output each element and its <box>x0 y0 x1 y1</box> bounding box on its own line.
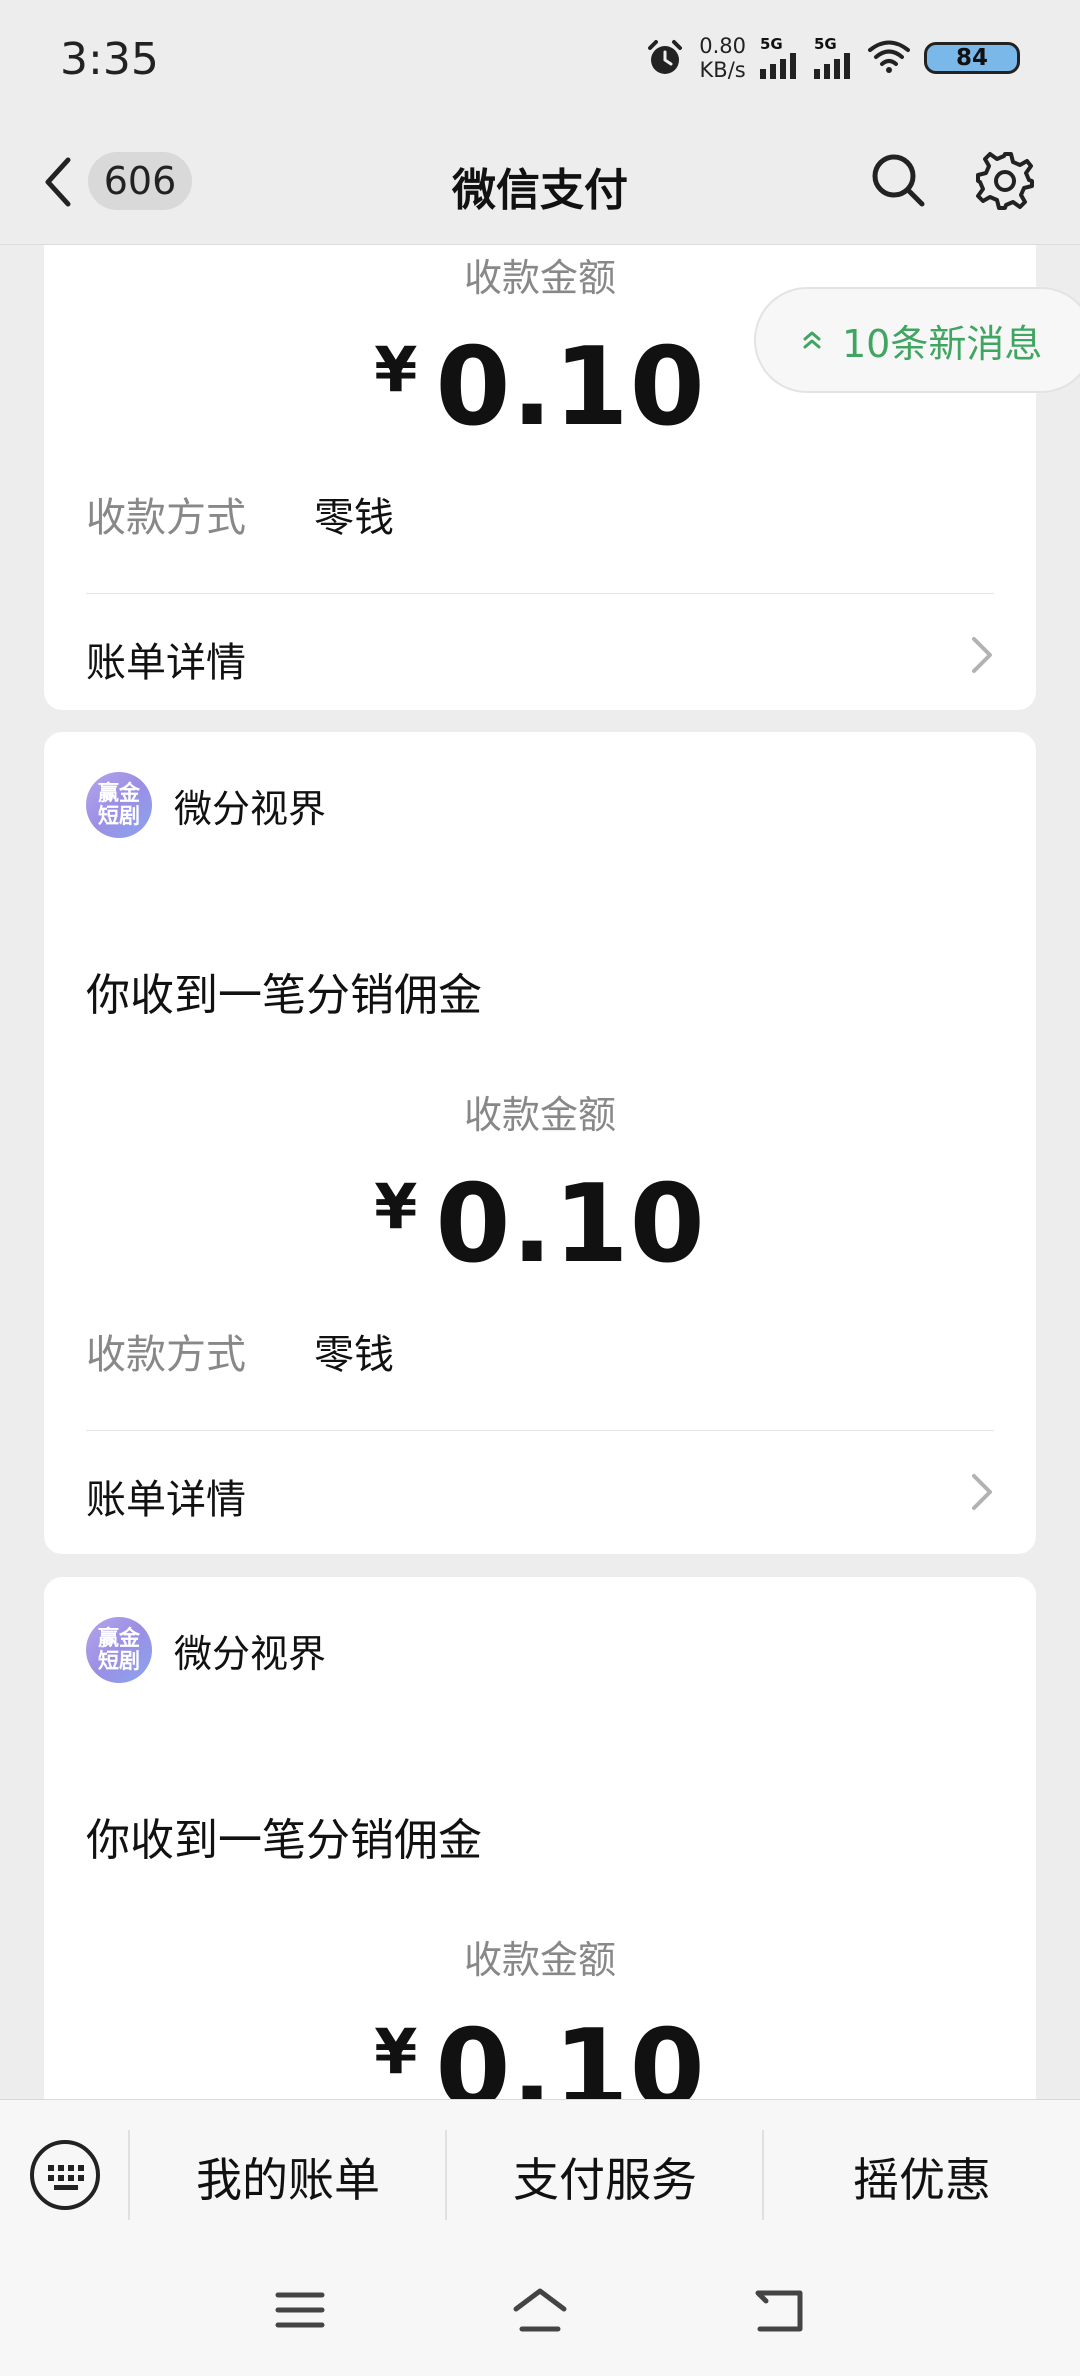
amount-value: ¥0.10 <box>44 1162 1036 1287</box>
amount-number: 0.10 <box>435 1162 706 1287</box>
net-speed: 0.80 KB/s <box>699 34 746 82</box>
divider <box>86 593 994 594</box>
bill-details-link[interactable]: 账单详情 <box>86 1467 246 1525</box>
chevron-right-icon <box>972 1474 992 1510</box>
currency-symbol: ¥ <box>374 333 418 406</box>
new-messages-button[interactable]: 10条新消息 <box>754 287 1080 393</box>
signal-bars-icon <box>814 53 850 79</box>
amount-number: 0.10 <box>435 325 706 450</box>
card-header[interactable]: 赢金 短剧 微分视界 <box>86 772 326 838</box>
message-list[interactable]: 收款金额 ¥0.10 收款方式 零钱 账单详情 赢金 短剧 微分视界 你收到一笔… <box>0 245 1080 2099</box>
status-time: 3:35 <box>60 34 159 85</box>
app-logo-text: 短剧 <box>98 1649 140 1673</box>
app-logo-text: 赢金 <box>98 781 140 805</box>
menu-payment-services[interactable]: 支付服务 <box>447 2144 763 2210</box>
new-messages-label: 10条新消息 <box>842 321 1043 366</box>
keyboard-icon <box>30 2140 100 2210</box>
sim1-label: 5G <box>760 35 783 53</box>
app-logo-text: 短剧 <box>98 804 140 828</box>
menu-my-bills[interactable]: 我的账单 <box>130 2144 446 2210</box>
search-icon <box>872 154 925 207</box>
app-logo: 赢金 短剧 <box>86 1617 152 1683</box>
menu-button[interactable] <box>270 2285 330 2339</box>
keyboard-toggle-button[interactable] <box>28 2138 102 2212</box>
nav-bar: 606 微信支付 <box>0 120 1080 245</box>
app-logo: 赢金 短剧 <box>86 772 152 838</box>
card-header[interactable]: 赢金 短剧 微分视界 <box>86 1617 326 1683</box>
system-nav-bar <box>0 2249 1080 2376</box>
amount-label: 收款金额 <box>463 1093 616 1137</box>
menu-shake-offers[interactable]: 摇优惠 <box>764 2144 1080 2210</box>
bill-details-link[interactable]: 账单详情 <box>86 630 246 688</box>
method-label: 收款方式 <box>86 1332 246 1378</box>
signal-2: 5G <box>814 37 854 79</box>
settings-button[interactable] <box>974 150 1036 212</box>
currency-symbol: ¥ <box>374 1170 418 1243</box>
app-name: 微分视界 <box>174 1631 327 1676</box>
double-chevron-up-icon <box>803 331 821 349</box>
sim2-label: 5G <box>814 35 837 53</box>
amount-number: 0.10 <box>435 2007 706 2099</box>
signal-bars-icon <box>760 53 796 79</box>
currency-symbol: ¥ <box>374 2015 418 2088</box>
app-name: 微分视界 <box>174 786 327 831</box>
method-value: 零钱 <box>314 495 394 541</box>
status-bar: 3:35 0.80 KB/s 5G 5G 84 <box>0 0 1080 120</box>
app-logo-text: 赢金 <box>98 1626 140 1650</box>
menu-icon <box>275 2292 325 2328</box>
method-label: 收款方式 <box>86 495 246 541</box>
return-button[interactable] <box>750 2285 810 2339</box>
home-icon <box>513 2288 567 2332</box>
net-speed-value: 0.80 <box>699 34 746 58</box>
divider <box>86 1430 994 1431</box>
amount-label: 收款金额 <box>463 1938 616 1982</box>
net-speed-unit: KB/s <box>699 58 746 82</box>
method-value: 零钱 <box>314 1332 394 1378</box>
signal-1: 5G <box>760 37 800 79</box>
card-subtitle: 你收到一笔分销佣金 <box>86 1815 482 1866</box>
status-icons: 0.80 KB/s 5G 5G 84 <box>645 28 1020 88</box>
bottom-menu: 我的账单 支付服务 摇优惠 <box>0 2099 1080 2250</box>
home-button[interactable] <box>510 2285 570 2339</box>
card-subtitle: 你收到一笔分销佣金 <box>86 970 482 1021</box>
amount-value: ¥0.10 <box>44 2007 1036 2099</box>
payment-card: 赢金 短剧 微分视界 你收到一笔分销佣金 收款金额 ¥0.10 <box>44 1577 1036 2099</box>
return-icon <box>755 2290 803 2332</box>
search-button[interactable] <box>868 150 928 210</box>
payment-card: 赢金 短剧 微分视界 你收到一笔分销佣金 收款金额 ¥0.10 收款方式 零钱 … <box>44 732 1036 1554</box>
gear-icon <box>976 152 1034 210</box>
chevron-right-icon <box>972 637 992 673</box>
wifi-icon <box>868 39 910 77</box>
battery-indicator: 84 <box>924 42 1020 74</box>
alarm-icon <box>645 38 685 78</box>
